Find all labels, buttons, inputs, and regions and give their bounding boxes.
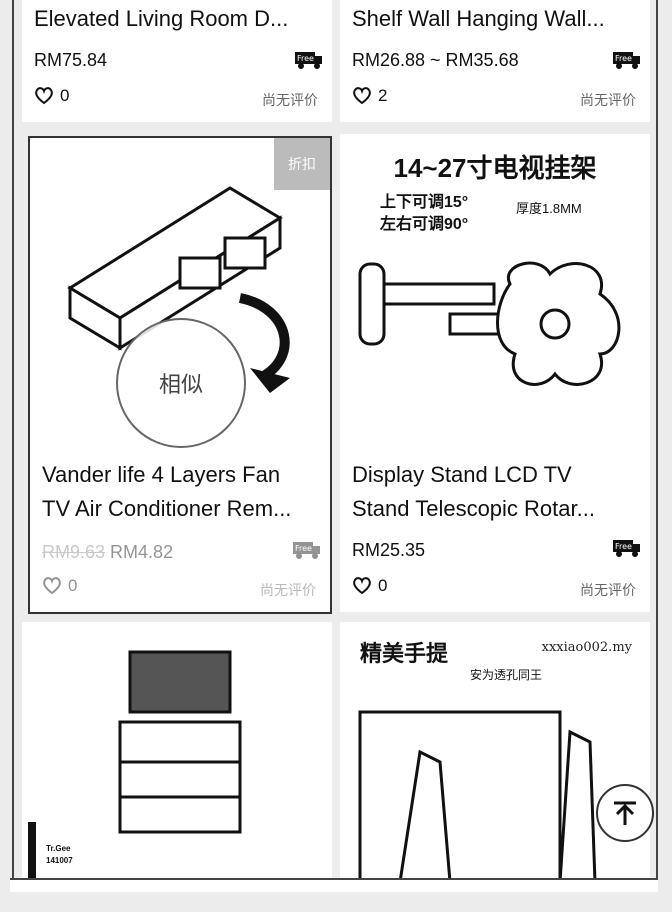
image-headline: 14~27寸电视挂架 bbox=[393, 153, 597, 183]
product-title-line1: Display Stand LCD TV bbox=[352, 462, 572, 487]
truck-free-icon: Free bbox=[295, 52, 322, 69]
svg-text:Free: Free bbox=[295, 544, 312, 553]
product-card-4[interactable]: 14~27寸电视挂架 上下可调15° 左右可调90° 厚度1.8MM Displ… bbox=[340, 134, 650, 612]
heart-icon bbox=[35, 87, 53, 105]
image-code: 141007 bbox=[46, 856, 73, 865]
like-count[interactable]: 2 bbox=[352, 86, 387, 106]
product-card-2[interactable]: Shelf Wall Hanging Wall... RM26.88 ~ RM3… bbox=[340, 0, 650, 122]
svg-text:Free: Free bbox=[297, 54, 314, 63]
product-price: RM25.35 bbox=[352, 540, 426, 560]
right-border bbox=[656, 0, 658, 880]
truck-free-icon: Free bbox=[613, 540, 640, 557]
product-title-line2: TV Air Conditioner Rem... bbox=[42, 496, 292, 521]
product-title-line2: Stand Telescopic Rotar... bbox=[352, 496, 595, 521]
product-grid: Elevated Living Room D... RM75.84 Free 0… bbox=[18, 0, 656, 885]
sale-price: RM4.82 bbox=[110, 542, 174, 562]
image-watermark: xxxiao002.my bbox=[541, 640, 632, 655]
image-spec-3: 厚度1.8MM bbox=[516, 201, 582, 216]
product-price: RM26.88 ~ RM35.68 bbox=[352, 50, 519, 70]
image-brand: Tr.Gee bbox=[46, 844, 71, 853]
scroll-to-top-button[interactable] bbox=[596, 784, 654, 842]
like-number: 2 bbox=[378, 86, 388, 105]
svg-text:Free: Free bbox=[615, 542, 632, 551]
product-card-1[interactable]: Elevated Living Room D... RM75.84 Free 0… bbox=[22, 0, 332, 122]
product-title-line1: Vander life 4 Layers Fan bbox=[42, 462, 281, 487]
product-card-3[interactable]: 折扣 相似 Vander life 4 Layers Fan TV Air Co… bbox=[28, 136, 332, 614]
review-status: 尚无评价 bbox=[580, 582, 636, 598]
tv-mount-drawing bbox=[358, 261, 621, 386]
product-image bbox=[358, 710, 597, 884]
image-spec-2: 左右可调90° bbox=[380, 216, 469, 233]
product-price: RM9.63 RM4.82 bbox=[42, 542, 173, 563]
product-title: Shelf Wall Hanging Wall... bbox=[352, 6, 605, 31]
like-count[interactable]: 0 bbox=[352, 576, 387, 596]
discount-badge: 折扣 bbox=[274, 138, 330, 190]
like-number: 0 bbox=[60, 86, 70, 105]
product-title: Elevated Living Room D... bbox=[34, 6, 289, 31]
product-price: RM75.84 bbox=[34, 50, 108, 70]
svg-text:Free: Free bbox=[615, 54, 632, 63]
image-spec-1: 上下可调15° bbox=[380, 194, 469, 211]
review-status: 尚无评价 bbox=[580, 92, 636, 108]
review-status: 尚无评价 bbox=[260, 582, 316, 598]
like-number: 0 bbox=[68, 576, 78, 595]
heart-icon bbox=[353, 577, 371, 595]
arrow-up-icon bbox=[614, 801, 636, 825]
product-image: 14~27寸电视挂架 上下可调15° 左右可调90° 厚度1.8MM bbox=[340, 134, 650, 444]
heart-icon bbox=[353, 87, 371, 105]
image-subtext: 安为透孔同王 bbox=[470, 668, 543, 682]
left-border bbox=[12, 0, 14, 880]
like-number: 0 bbox=[378, 576, 388, 595]
like-count[interactable]: 0 bbox=[42, 576, 77, 596]
image-headline: 精美手提 bbox=[360, 641, 449, 666]
heart-icon bbox=[43, 577, 61, 595]
product-card-5[interactable]: Tr.Gee 141007 bbox=[22, 622, 332, 884]
original-price: RM9.63 bbox=[42, 542, 106, 562]
truck-free-icon: Free bbox=[613, 52, 640, 69]
like-count[interactable]: 0 bbox=[34, 86, 69, 106]
product-card-6[interactable]: 精美手提 xxxiao002.my 安为透孔同王 bbox=[340, 622, 650, 884]
truck-free-icon: Free bbox=[293, 542, 320, 559]
review-status: 尚无评价 bbox=[262, 92, 318, 108]
find-similar-button[interactable]: 相似 bbox=[116, 318, 246, 448]
bottom-edge bbox=[10, 878, 658, 892]
